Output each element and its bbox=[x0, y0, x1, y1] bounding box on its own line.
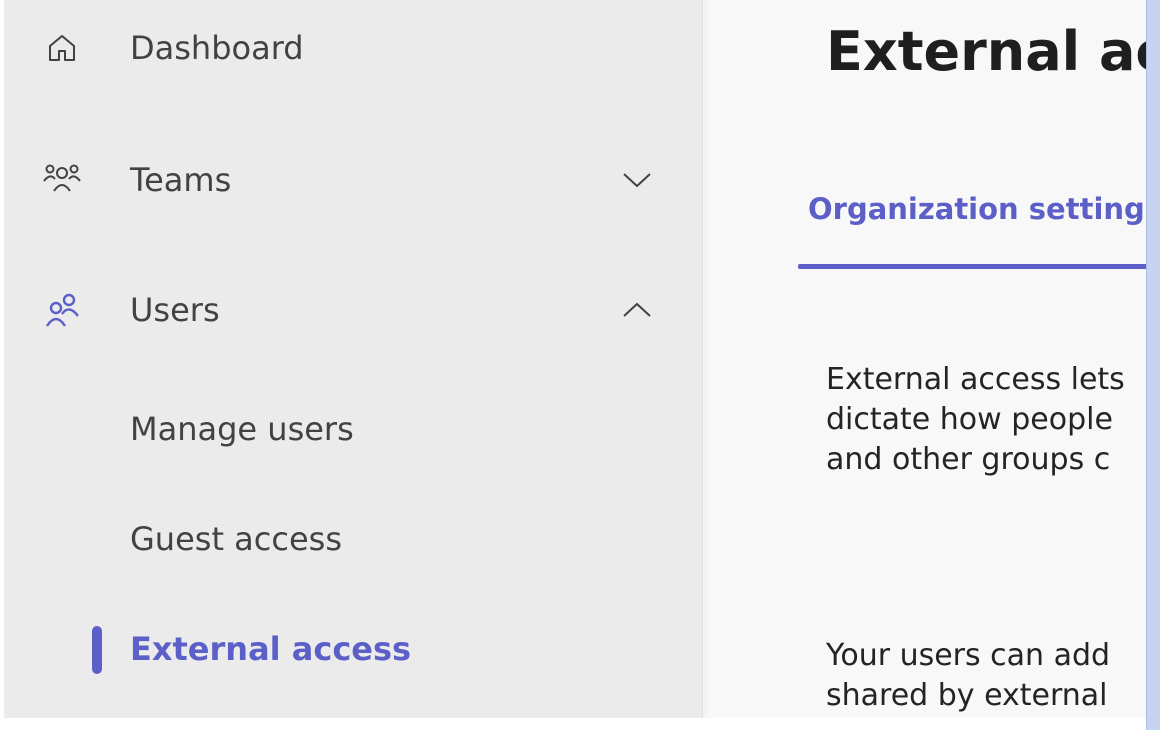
tab-label: Organization setting bbox=[808, 192, 1145, 226]
app-window: Dashboard Teams Users Manage users Guest… bbox=[0, 0, 1160, 730]
page-title: External ac bbox=[826, 20, 1146, 83]
teams-icon bbox=[42, 160, 82, 200]
tab-active-underline bbox=[798, 264, 1146, 269]
bottom-edge bbox=[0, 718, 1146, 730]
users-info-paragraph: Your users can add shared by external bbox=[826, 636, 1110, 716]
chevron-down-icon[interactable] bbox=[620, 163, 654, 197]
active-indicator bbox=[92, 626, 102, 674]
sidebar-item-label: Users bbox=[130, 291, 220, 329]
description-line: shared by external bbox=[826, 678, 1108, 713]
sidebar-nav: Dashboard Teams Users Manage users Guest… bbox=[4, 0, 702, 718]
description-line: and other groups c bbox=[826, 442, 1111, 477]
sidebar-subitem-label: Guest access bbox=[130, 520, 342, 558]
sidebar-item-label: Teams bbox=[130, 161, 232, 199]
users-icon bbox=[42, 290, 82, 330]
sidebar-subitem-guest-access[interactable]: Guest access bbox=[4, 500, 702, 580]
sidebar-item-label: Dashboard bbox=[130, 29, 304, 67]
sidebar-subitem-label: External access bbox=[130, 630, 412, 668]
description-line: dictate how people bbox=[826, 402, 1113, 437]
sidebar-subitem-external-access[interactable]: External access bbox=[4, 610, 702, 690]
home-icon bbox=[42, 28, 82, 68]
description-line: External access lets bbox=[826, 362, 1125, 397]
tab-organization-settings[interactable]: Organization setting bbox=[798, 186, 1146, 270]
chevron-up-icon[interactable] bbox=[620, 293, 654, 327]
description-paragraph: External access lets dictate how people … bbox=[826, 360, 1125, 480]
sidebar-subitem-manage-users[interactable]: Manage users bbox=[4, 390, 702, 470]
main-content: External ac Organization setting Externa… bbox=[708, 0, 1146, 718]
sidebar-item-dashboard[interactable]: Dashboard bbox=[4, 8, 702, 88]
sidebar-item-teams[interactable]: Teams bbox=[4, 140, 702, 220]
description-line: Your users can add bbox=[826, 638, 1111, 673]
vertical-scrollbar[interactable] bbox=[1146, 0, 1160, 730]
sidebar-item-users[interactable]: Users bbox=[4, 270, 702, 350]
sidebar-subitem-label: Manage users bbox=[130, 410, 354, 448]
